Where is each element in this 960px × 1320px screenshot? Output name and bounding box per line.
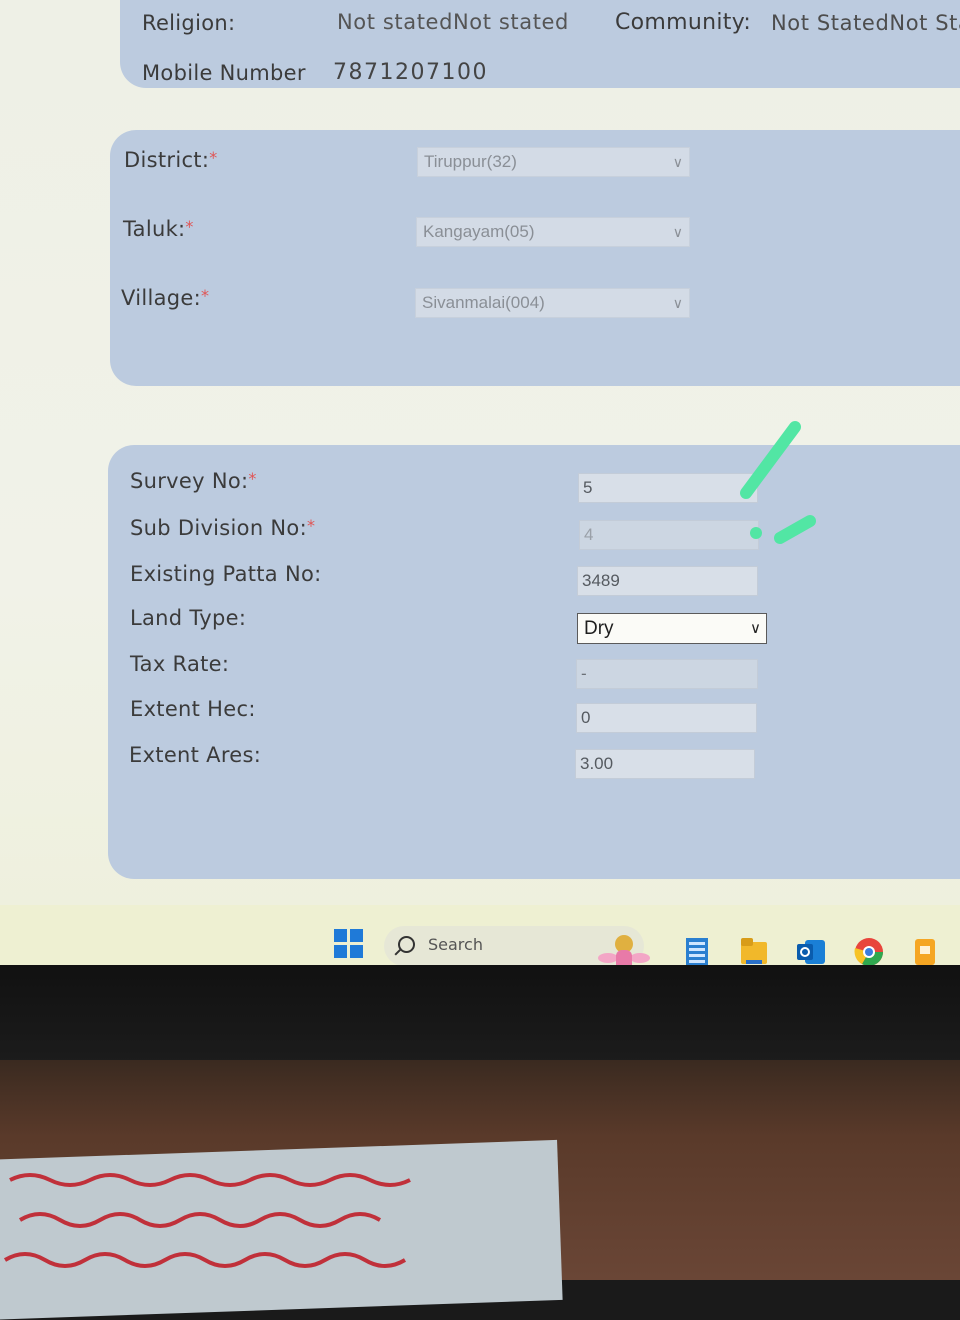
required-asterisk: * [209,148,218,167]
existing-patta-input[interactable]: 3489 [577,566,758,596]
chevron-down-icon: ∨ [750,620,761,637]
community-value: Not StatedNot Sta [771,11,960,35]
file-explorer-icon[interactable] [740,936,768,965]
sub-division-label: Sub Division No:* [130,516,316,540]
handwritten-note-ink [3,1173,411,1268]
extent-hec-label: Extent Hec: [130,697,256,721]
land-type-select-value: Dry [584,618,614,639]
district-select-value: Tiruppur(32) [424,152,517,171]
files-icon[interactable] [912,936,938,965]
religion-label: Religion: [142,11,236,35]
deity-widget-icon[interactable] [596,930,652,965]
chevron-down-icon: ∨ [672,154,683,170]
taluk-label: Taluk:* [123,217,194,241]
religion-value: Not statedNot stated [337,10,569,34]
tax-rate-input[interactable]: - [576,659,758,689]
village-select-value: Sivanmalai(004) [422,293,545,312]
required-asterisk: * [201,286,210,305]
required-asterisk: * [306,516,316,535]
village-select[interactable]: Sivanmalai(004) ∨ [415,288,690,318]
outlook-icon[interactable] [795,936,827,965]
mobile-number-label: Mobile Number [142,61,306,85]
land-type-label: Land Type: [130,606,247,630]
extent-ares-label: Extent Ares: [129,743,262,767]
existing-patta-label: Existing Patta No: [130,562,322,586]
monitor-bezel [0,965,960,1065]
search-placeholder: Search [428,935,483,954]
land-type-select[interactable]: Dry ∨ [577,613,767,644]
taluk-select-value: Kangayam(05) [423,222,535,241]
chevron-down-icon: ∨ [672,295,683,311]
district-label: District:* [124,148,218,172]
windows-start-icon[interactable] [334,929,364,959]
tax-rate-label: Tax Rate: [130,652,230,676]
extent-hec-input[interactable]: 0 [576,703,757,733]
mobile-number-value: 7871207100 [333,60,488,85]
land-details-panel [108,445,960,879]
browser-screen: Religion: Not statedNot stated Community… [0,0,960,965]
highlight-marker-strokes [740,421,816,544]
extent-ares-input[interactable]: 3.00 [575,749,755,779]
district-select[interactable]: Tiruppur(32) ∨ [417,147,690,177]
chevron-down-icon: ∨ [672,224,683,240]
taluk-select[interactable]: Kangayam(05) ∨ [416,217,690,247]
community-label: Community: [615,10,752,35]
chrome-icon[interactable] [853,936,885,965]
required-asterisk: * [185,217,194,236]
required-asterisk: * [248,469,257,488]
survey-no-label: Survey No:* [130,469,257,493]
search-icon [398,936,415,953]
village-label: Village:* [121,286,210,310]
notepad-icon[interactable] [684,936,710,965]
